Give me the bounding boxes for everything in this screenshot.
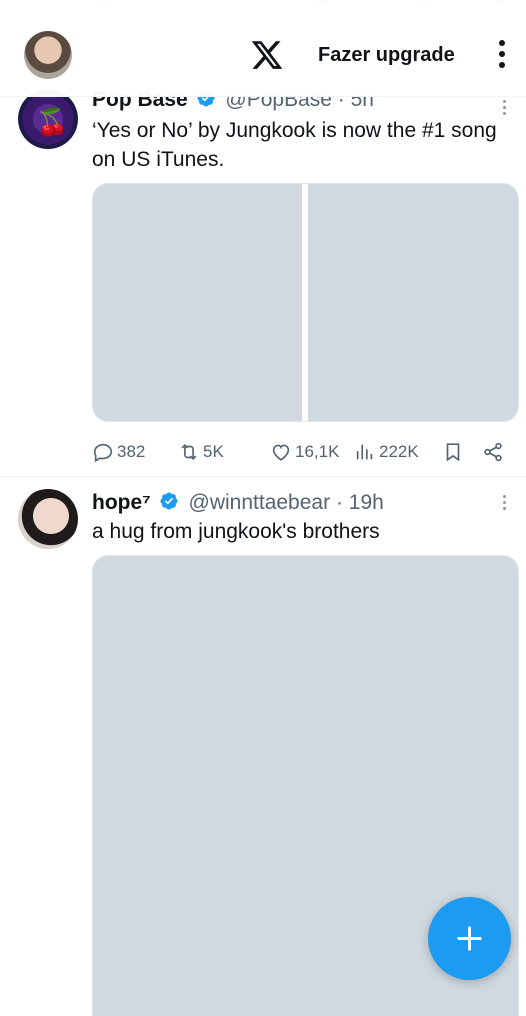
media-image-2[interactable] xyxy=(308,184,518,421)
like-button[interactable]: 16,1K xyxy=(270,439,339,465)
tweet-header: hope⁷ @winnttaebear · 19h xyxy=(92,491,384,515)
tweet-actions: 382 5K 16,1K 222K xyxy=(92,439,517,465)
retweet-count: 5K xyxy=(203,442,224,461)
author-avatar[interactable] xyxy=(18,489,78,549)
bookmark-button[interactable] xyxy=(442,439,464,465)
views-icon xyxy=(356,444,373,460)
reply-icon xyxy=(93,443,113,463)
reply-button[interactable]: 382 xyxy=(92,439,145,465)
retweet-icon xyxy=(181,443,197,461)
tweet-time: · 19h xyxy=(335,491,384,514)
tweet-more-icon[interactable] xyxy=(500,495,508,517)
more-vertical-icon[interactable] xyxy=(492,40,512,70)
tweet-card[interactable]: 🍒 Pop Base @PopBase · 5h ‘Yes or No’ by … xyxy=(0,88,526,477)
share-button[interactable] xyxy=(482,439,504,465)
bookmark-icon xyxy=(446,443,460,462)
plus-icon xyxy=(457,926,482,951)
author-avatar[interactable]: 🍒 xyxy=(18,89,78,149)
like-count: 16,1K xyxy=(295,442,340,461)
upgrade-button[interactable]: Fazer upgrade xyxy=(318,44,455,67)
share-icon xyxy=(484,442,502,462)
tweet-text: ‘Yes or No’ by Jungkook is now the #1 so… xyxy=(92,119,497,171)
profile-avatar-button[interactable] xyxy=(24,31,72,79)
heart-icon xyxy=(272,444,290,461)
media-image-1[interactable] xyxy=(93,184,302,421)
author-handle[interactable]: @winnttaebear xyxy=(189,491,331,514)
retweet-button[interactable]: 5K xyxy=(178,439,224,465)
verified-badge-icon xyxy=(160,492,178,510)
top-app-bar: Fazer upgrade xyxy=(0,0,526,97)
tweet-media[interactable] xyxy=(92,183,519,422)
views-count: 222K xyxy=(379,442,419,461)
compose-button[interactable] xyxy=(428,897,511,980)
tweet-text: a hug from jungkook's brothers xyxy=(92,520,380,543)
author-name[interactable]: hope⁷ xyxy=(92,491,151,514)
x-logo-icon[interactable] xyxy=(249,38,285,72)
views-button[interactable]: 222K xyxy=(354,439,419,465)
reply-count: 382 xyxy=(117,442,146,461)
